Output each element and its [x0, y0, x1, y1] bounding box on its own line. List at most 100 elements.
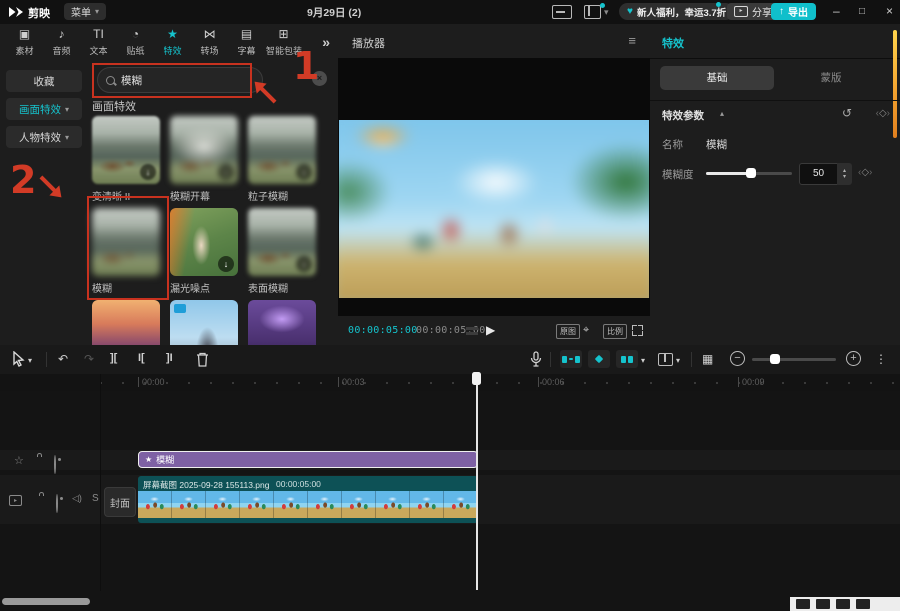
horizontal-scrollbar-thumb[interactable]: [2, 598, 90, 605]
blur-value-input[interactable]: 50: [799, 163, 838, 185]
minimize-button[interactable]: –: [833, 4, 840, 18]
playhead-handle[interactable]: [472, 372, 481, 385]
chevron-down-icon[interactable]: ▾: [641, 356, 645, 365]
keyframe-control[interactable]: ‹◇›: [858, 167, 872, 178]
download-icon[interactable]: ↓: [218, 256, 234, 272]
eye-icon[interactable]: [54, 455, 56, 474]
effect-thumbnail[interactable]: [92, 300, 160, 345]
split-left-button[interactable]: I[: [138, 352, 145, 364]
zoom-out-icon[interactable]: −: [730, 351, 745, 366]
tab-text[interactable]: TI文本: [80, 26, 117, 57]
effect-thumbnail[interactable]: ↓: [92, 116, 160, 184]
scrollbar-thumb[interactable]: [893, 30, 897, 138]
video-clip[interactable]: 屏幕截图 2025-09-28 155113.png 00:00:05:00: [138, 476, 478, 523]
collapse-icon[interactable]: ▴: [720, 109, 724, 118]
record-voiceover-icon[interactable]: [530, 351, 542, 367]
clips-icon[interactable]: [466, 327, 478, 335]
sidebar-item-screen-effects[interactable]: 画面特效 ▾: [6, 98, 82, 120]
blur-slider[interactable]: [706, 172, 792, 175]
fullscreen-icon[interactable]: [632, 325, 643, 336]
eye-icon[interactable]: [56, 494, 58, 513]
original-quality-button[interactable]: 原图: [556, 324, 580, 339]
timeline-ruler[interactable]: 00:0000:0300:0600:09: [0, 374, 900, 391]
download-icon[interactable]: ↓: [140, 164, 156, 180]
solo-icon[interactable]: S: [92, 493, 99, 504]
more-tabs-icon[interactable]: »: [322, 34, 330, 50]
effect-card[interactable]: ↓漏光噪点: [170, 208, 238, 295]
sidebar-item-character-effects[interactable]: 人物特效 ▾: [6, 126, 82, 148]
effect-thumbnail[interactable]: ↓: [170, 116, 238, 184]
chevron-down-icon[interactable]: ▾: [604, 7, 609, 18]
effect-card[interactable]: ↓表面模糊: [248, 208, 316, 295]
redo-button[interactable]: ↷: [84, 352, 94, 366]
tab-effects[interactable]: ★特效: [154, 26, 191, 57]
effect-thumbnail[interactable]: ↓: [248, 208, 316, 276]
download-icon[interactable]: ↓: [296, 164, 312, 180]
play-button[interactable]: ▶: [486, 323, 495, 337]
tab-media[interactable]: ▣素材: [6, 26, 43, 57]
effect-card-label: 模糊开幕: [170, 188, 238, 203]
effect-card[interactable]: [248, 300, 316, 345]
aspect-ratio-button[interactable]: 比例: [603, 324, 627, 339]
effect-thumbnail[interactable]: [170, 300, 238, 345]
chevron-down-icon[interactable]: ▾: [28, 356, 32, 365]
annotation-rect-search: [92, 63, 252, 98]
zoom-in-icon[interactable]: +: [846, 351, 861, 366]
effect-card[interactable]: ↓粒子模糊: [248, 116, 316, 203]
frame-thumbnail: [410, 491, 444, 518]
maximize-button[interactable]: □: [859, 5, 865, 19]
focus-icon[interactable]: ⌖: [583, 324, 589, 337]
tab-label: 音频: [44, 43, 79, 56]
effect-thumbnail[interactable]: ↓: [170, 208, 238, 276]
step-down-icon[interactable]: ▾: [843, 174, 846, 180]
tab-audio[interactable]: ♪音频: [43, 26, 80, 57]
export-button[interactable]: ↑ 导出: [771, 3, 816, 20]
effect-card[interactable]: [92, 300, 160, 345]
tab-captions[interactable]: ▤字幕: [228, 26, 265, 57]
undo-button[interactable]: ↶: [58, 352, 68, 366]
playhead-line[interactable]: [476, 372, 478, 590]
kebab-menu-icon[interactable]: ⋮: [875, 352, 887, 366]
effect-clip[interactable]: ★ 模糊: [138, 451, 478, 468]
split-right-button[interactable]: ]I: [166, 352, 173, 364]
snap-toggle[interactable]: [560, 350, 582, 368]
auto-link-toggle[interactable]: [588, 350, 610, 368]
mute-icon[interactable]: ◁): [72, 493, 82, 504]
tab-sticker[interactable]: ◔贴纸: [117, 26, 154, 57]
select-tool-icon[interactable]: [12, 351, 25, 367]
frame-thumbnail: [240, 491, 274, 518]
sidebar-item-favorites[interactable]: 收藏: [6, 70, 82, 92]
split-button[interactable]: ][: [110, 352, 117, 364]
download-icon[interactable]: ↓: [296, 256, 312, 272]
effect-card[interactable]: ↓变清晰 II: [92, 116, 160, 203]
close-button[interactable]: ×: [886, 4, 893, 18]
slider-handle[interactable]: [746, 168, 756, 178]
video-preview[interactable]: [339, 120, 649, 298]
preview-quality-icon[interactable]: ▦: [702, 352, 713, 366]
keyframe-diamond-icon[interactable]: ◇: [879, 108, 887, 119]
delete-button[interactable]: [196, 352, 209, 367]
tab-mask[interactable]: 蒙版: [774, 66, 888, 90]
effect-thumbnail[interactable]: [248, 300, 316, 345]
cover-button[interactable]: 封面: [104, 487, 136, 517]
menu-button[interactable]: 菜单 ▾: [64, 3, 106, 20]
timeline-zoom-slider[interactable]: [752, 358, 836, 361]
shortcut-keys-icon[interactable]: [552, 5, 572, 19]
download-icon[interactable]: ↓: [218, 164, 234, 180]
chevron-down-icon[interactable]: ▾: [676, 356, 680, 365]
value-stepper[interactable]: ▴▾: [837, 163, 852, 185]
reset-icon[interactable]: ↺: [842, 106, 852, 120]
tab-basic[interactable]: 基础: [660, 66, 774, 90]
effect-thumbnail[interactable]: ↓: [248, 116, 316, 184]
hamburger-menu-icon[interactable]: ≡: [628, 33, 636, 48]
layout-icon[interactable]: [584, 5, 601, 19]
divider: [550, 352, 551, 367]
effect-card[interactable]: ↓ 模糊开幕: [170, 116, 238, 203]
keyframe-diamond-icon[interactable]: ◇: [861, 167, 869, 178]
effect-card[interactable]: [170, 300, 238, 345]
keyframe-control[interactable]: ‹◇›: [876, 108, 890, 119]
zoom-slider-handle[interactable]: [770, 354, 780, 364]
tab-transition[interactable]: ⋈转场: [191, 26, 228, 57]
track-mode-icon[interactable]: [658, 353, 673, 366]
preview-axis-toggle[interactable]: [616, 350, 638, 368]
